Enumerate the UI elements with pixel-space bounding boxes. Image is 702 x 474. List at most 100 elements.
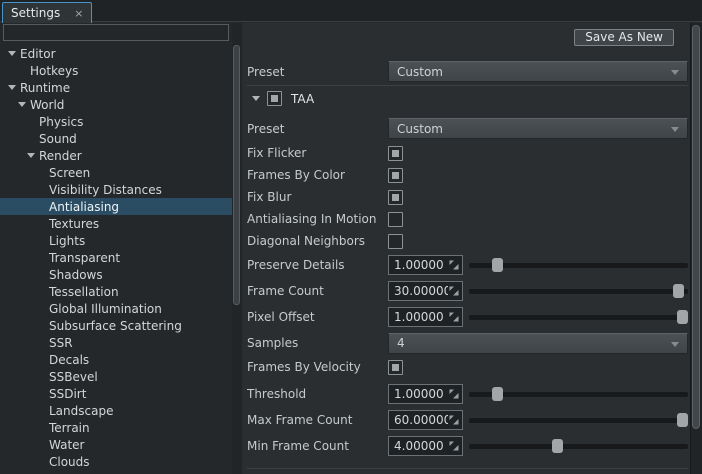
- save-as-new-button[interactable]: Save As New: [574, 29, 674, 46]
- caret-down-icon[interactable]: [8, 85, 16, 90]
- samples-select[interactable]: 4: [388, 333, 688, 354]
- slider-track[interactable]: [469, 418, 688, 423]
- tree-item-global-illumination[interactable]: Global Illumination: [0, 300, 232, 317]
- frames-by-velocity-checkbox[interactable]: [388, 360, 403, 375]
- tree-item-label: Runtime: [20, 81, 70, 95]
- caret-down-icon[interactable]: [8, 51, 16, 56]
- settings-tree-sidebar: Editor Hotkeys Runtime World Physics Sou…: [0, 23, 232, 474]
- settings-tree: Editor Hotkeys Runtime World Physics Sou…: [0, 45, 232, 470]
- tree-item-textures[interactable]: Textures: [0, 215, 232, 232]
- min-frame-count-label: Min Frame Count: [247, 439, 388, 453]
- fix-blur-checkbox[interactable]: [388, 190, 403, 205]
- tree-item-decals[interactable]: Decals: [0, 351, 232, 368]
- max-frame-count-slider[interactable]: [469, 409, 688, 431]
- value-drag-icon[interactable]: [448, 285, 460, 297]
- pixel-offset-input[interactable]: 1.00000: [388, 307, 463, 327]
- value-drag-icon[interactable]: [448, 414, 460, 426]
- max-frame-count-label: Max Frame Count: [247, 413, 388, 427]
- tree-item-runtime[interactable]: Runtime: [0, 79, 232, 96]
- tree-item-shadows[interactable]: Shadows: [0, 266, 232, 283]
- preset-select[interactable]: Custom: [388, 61, 688, 82]
- slider-thumb[interactable]: [492, 258, 503, 272]
- slider-thumb[interactable]: [552, 439, 563, 453]
- max-frame-count-input[interactable]: 60.00000: [388, 410, 463, 430]
- slider-thumb[interactable]: [677, 310, 688, 324]
- value-drag-icon[interactable]: [448, 440, 460, 452]
- taa-preset-select[interactable]: Custom: [388, 118, 688, 139]
- tab-settings[interactable]: Settings ×: [2, 2, 92, 23]
- caret-down-icon[interactable]: [27, 153, 35, 158]
- max-frame-count-row: Max Frame Count 60.00000: [247, 407, 688, 433]
- preserve-details-input[interactable]: 1.00000: [388, 255, 463, 275]
- tree-item-screen[interactable]: Screen: [0, 164, 232, 181]
- tree-item-visibility-distances[interactable]: Visibility Distances: [0, 181, 232, 198]
- slider-thumb[interactable]: [673, 284, 684, 298]
- threshold-slider[interactable]: [469, 383, 688, 405]
- tree-filter-input[interactable]: [3, 24, 229, 41]
- taa-enabled-checkbox[interactable]: [267, 91, 282, 106]
- frame-count-slider[interactable]: [469, 280, 688, 302]
- chevron-down-icon: [671, 127, 679, 132]
- tree-item-tessellation[interactable]: Tessellation: [0, 283, 232, 300]
- value-drag-icon[interactable]: [448, 311, 460, 323]
- slider-track[interactable]: [469, 444, 688, 449]
- tree-item-lights[interactable]: Lights: [0, 232, 232, 249]
- tree-item-ssr[interactable]: SSR: [0, 334, 232, 351]
- tree-item-transparent[interactable]: Transparent: [0, 249, 232, 266]
- taa-section-header[interactable]: TAA: [247, 86, 688, 111]
- frames-by-velocity-row: Frames By Velocity: [247, 356, 688, 378]
- taa-preset-row: Preset Custom: [247, 118, 688, 139]
- tree-item-terrain[interactable]: Terrain: [0, 419, 232, 436]
- value-drag-icon[interactable]: [448, 388, 460, 400]
- tree-item-label: Screen: [49, 166, 90, 180]
- settings-window: Settings × Editor Hotkeys Runtime World …: [0, 0, 702, 474]
- caret-down-icon[interactable]: [18, 102, 26, 107]
- value-drag-icon[interactable]: [448, 259, 460, 271]
- min-frame-count-slider[interactable]: [469, 435, 688, 457]
- slider-track[interactable]: [469, 315, 688, 320]
- diagonal-neighbors-checkbox[interactable]: [388, 234, 403, 249]
- tree-item-ssdirt[interactable]: SSDirt: [0, 385, 232, 402]
- tree-item-landscape[interactable]: Landscape: [0, 402, 232, 419]
- min-frame-count-input[interactable]: 4.00000: [388, 436, 463, 456]
- tree-item-label: Editor: [20, 47, 56, 61]
- slider-thumb[interactable]: [677, 413, 688, 427]
- close-icon[interactable]: ×: [74, 8, 83, 19]
- tree-item-water[interactable]: Water: [0, 436, 232, 453]
- tree-item-label: Antialiasing: [49, 200, 119, 214]
- slider-thumb[interactable]: [492, 387, 503, 401]
- caret-down-icon[interactable]: [252, 96, 260, 101]
- preserve-details-slider[interactable]: [469, 254, 688, 276]
- antialiasing-in-motion-checkbox[interactable]: [388, 212, 403, 227]
- frame-count-label: Frame Count: [247, 284, 388, 298]
- tree-item-physics[interactable]: Physics: [0, 113, 232, 130]
- pixel-offset-slider[interactable]: [469, 306, 688, 328]
- antialiasing-in-motion-row: Antialiasing In Motion: [247, 208, 688, 230]
- panel-scrollbar[interactable]: [690, 23, 702, 474]
- threshold-input[interactable]: 1.00000: [388, 384, 463, 404]
- tree-item-ssbevel[interactable]: SSBevel: [0, 368, 232, 385]
- tree-item-sound[interactable]: Sound: [0, 130, 232, 147]
- tree-item-world[interactable]: World: [0, 96, 232, 113]
- tree-item-editor[interactable]: Editor: [0, 45, 232, 62]
- number-value: 60.00000: [394, 413, 448, 427]
- tree-item-label: Physics: [39, 115, 83, 129]
- panel-scrollbar-thumb[interactable]: [692, 25, 700, 429]
- tree-item-clouds[interactable]: Clouds: [0, 453, 232, 470]
- tree-item-antialiasing[interactable]: Antialiasing: [0, 198, 232, 215]
- tree-item-label: Subsurface Scattering: [49, 319, 182, 333]
- number-value: 1.00000: [394, 387, 448, 401]
- tree-item-render[interactable]: Render: [0, 147, 232, 164]
- slider-track[interactable]: [469, 289, 688, 294]
- tree-item-label: Shadows: [49, 268, 103, 282]
- tree-item-subsurface-scattering[interactable]: Subsurface Scattering: [0, 317, 232, 334]
- frames-by-color-checkbox[interactable]: [388, 168, 403, 183]
- fix-flicker-checkbox[interactable]: [388, 146, 403, 161]
- frame-count-input[interactable]: 30.00000: [388, 281, 463, 301]
- sidebar-scrollbar[interactable]: [232, 23, 242, 474]
- tree-item-label: Visibility Distances: [49, 183, 162, 197]
- tree-item-label: Lights: [49, 234, 85, 248]
- tree-item-hotkeys[interactable]: Hotkeys: [0, 62, 232, 79]
- samples-selected-value: 4: [397, 336, 405, 350]
- sidebar-scrollbar-thumb[interactable]: [233, 45, 240, 305]
